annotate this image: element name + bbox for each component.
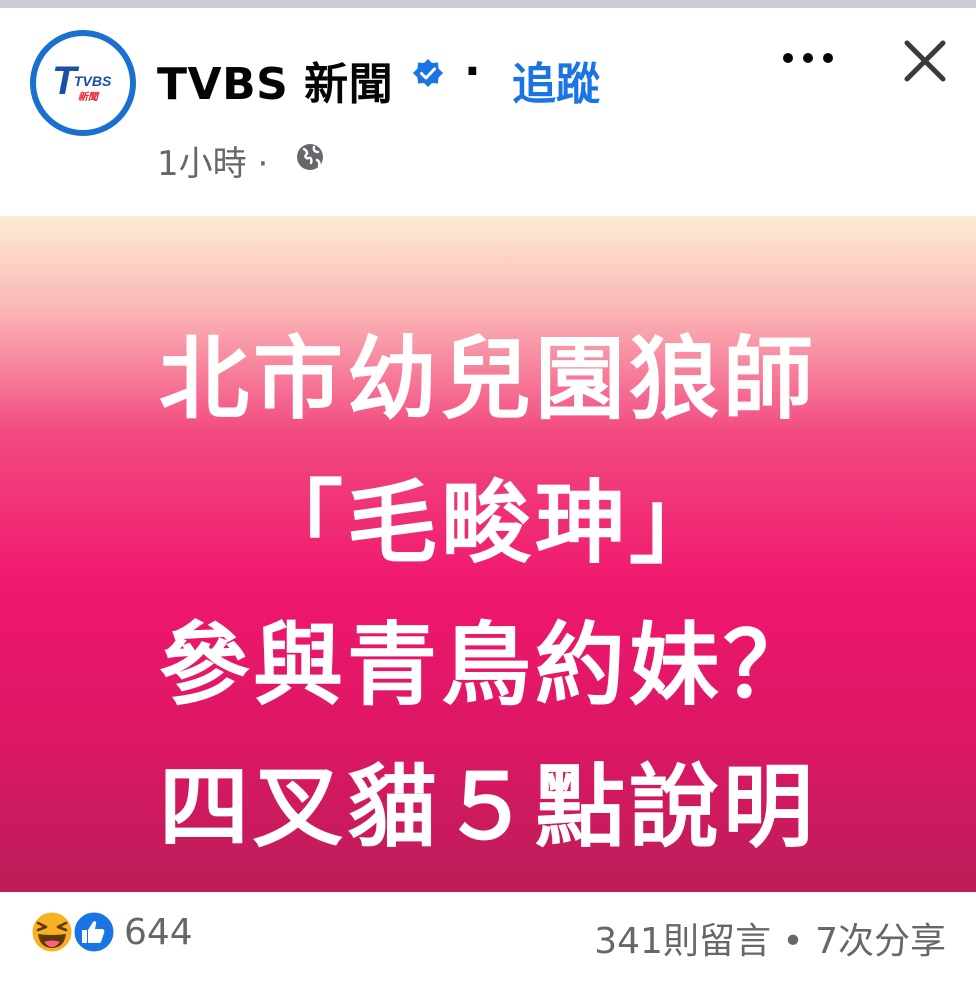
verified-badge-icon	[413, 59, 443, 87]
follow-button[interactable]: 追蹤	[512, 48, 600, 112]
more-options-icon[interactable]	[780, 48, 836, 68]
page-name[interactable]: TVBS 新聞	[157, 48, 393, 112]
svg-text:新聞: 新聞	[78, 91, 100, 103]
header-separator: ·	[464, 46, 481, 97]
page-avatar[interactable]: T TVBS 新聞	[30, 30, 136, 136]
reaction-icons[interactable]	[28, 908, 118, 956]
post-timestamp[interactable]: 1小時 ·	[157, 136, 268, 185]
haha-reaction-icon	[29, 909, 75, 955]
post-image-banner[interactable]: 北市幼兒園狼師 「毛畯珅」 參與青鳥約妹？ 四叉貓５點說明	[0, 216, 976, 892]
banner-line-1: 北市幼兒園狼師	[159, 327, 817, 432]
tvbs-logo-icon: T TVBS 新聞	[52, 59, 112, 103]
comments-shares-count[interactable]: 341則留言 • 7次分享	[594, 912, 946, 964]
reaction-count[interactable]: 644	[124, 912, 193, 953]
svg-text:TVBS: TVBS	[74, 73, 112, 89]
banner-line-4: 四叉貓５點說明	[159, 755, 817, 860]
banner-line-3: 參與青鳥約妹？	[159, 613, 817, 718]
banner-line-2: 「毛畯珅」	[253, 471, 723, 576]
top-divider	[0, 0, 976, 8]
post-header	[0, 8, 976, 216]
like-reaction-icon	[71, 909, 117, 955]
globe-icon	[297, 144, 323, 170]
close-icon[interactable]	[900, 36, 950, 86]
